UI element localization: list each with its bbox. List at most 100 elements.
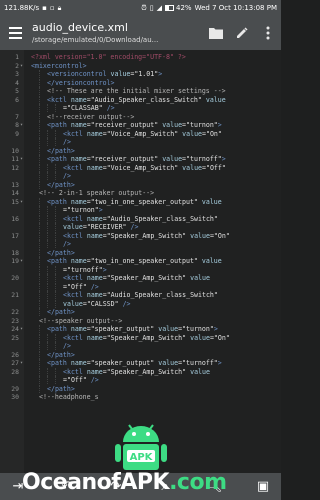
indent-guide: [39, 274, 40, 282]
indent-guide: [55, 367, 56, 376]
line-number: 25: [11, 333, 19, 342]
indent-guide: [47, 138, 48, 146]
search-icon[interactable]: 🔍︎: [202, 475, 226, 499]
line-number: 8: [15, 121, 19, 129]
line-number: 23: [11, 316, 19, 325]
indent-guide: [39, 138, 40, 146]
code-text: <kctl name="Speaker_Amp_Switch" value="O…: [63, 333, 230, 342]
indent-guide: [39, 206, 40, 214]
code-line: 28 <kctl name="Speaker_Amp_Switch" value: [0, 367, 281, 376]
code-line: value="RECEIVER" />: [0, 223, 281, 231]
line-number: 11: [11, 155, 19, 163]
code-text: <versioncontrol value="1.01">: [47, 70, 163, 78]
indent-guide: [39, 333, 40, 342]
indent-guide: [39, 291, 40, 299]
undo-icon[interactable]: ↶: [55, 475, 79, 499]
line-number: 22: [11, 308, 19, 316]
bottom-toolbar: ⇥ ↶ ↷ ⌕ 🔍︎ ▣: [0, 473, 281, 500]
save-icon[interactable]: ▣: [251, 475, 275, 499]
code-line: ="turnon">: [0, 206, 281, 214]
menu-icon[interactable]: [0, 16, 30, 50]
code-text: />: [63, 342, 71, 350]
code-line: value="CALSSD" />: [0, 299, 281, 308]
code-text: ="turnon">: [63, 206, 103, 214]
fold-toggle-icon[interactable]: ▾: [20, 325, 26, 333]
indent-guide: [39, 87, 40, 95]
indent-guide: [55, 214, 56, 223]
code-line: 11 ▾ <path name="receiver_output" value="t…: [0, 155, 281, 163]
code-text: </path>: [47, 146, 75, 155]
code-line: 14 <!-- 2-in-1 speaker output-->: [0, 189, 281, 197]
indent-guide: [39, 265, 40, 274]
code-text: <!-- 2-in-1 speaker output-->: [39, 189, 155, 197]
sd-card-icon: ▪: [42, 4, 47, 12]
code-text: <kctl name="Voice_Amp_Switch" value="Off…: [63, 163, 226, 172]
code-text: <mixercontrol>: [31, 61, 87, 70]
code-line: 9 <kctl name="Voice_Amp_Switch" value="On…: [0, 129, 281, 138]
line-number: 28: [11, 367, 19, 376]
indent-guide: [39, 95, 40, 104]
line-number: 13: [11, 180, 19, 189]
code-line: 27 ▾ <path name="speaker_output" value="tu…: [0, 359, 281, 367]
fold-toggle-icon[interactable]: ▾: [20, 121, 26, 129]
tab-indent-icon[interactable]: ⇥: [6, 475, 30, 499]
file-path: /storage/emulated/0/Download/au...: [32, 35, 159, 44]
indent-guide: [47, 231, 48, 240]
line-number: 17: [11, 231, 19, 240]
fold-toggle-icon[interactable]: ▾: [20, 359, 26, 367]
line-number: 26: [11, 350, 19, 359]
lock-icon: 🔒︎: [57, 3, 62, 12]
code-editor[interactable]: 1 <?xml version="1.0" encoding="UTF-8" ?>…: [0, 50, 281, 473]
fold-toggle-icon[interactable]: ▾: [20, 198, 26, 206]
indent-guide: [55, 163, 56, 172]
vibrate-icon: ▯: [149, 4, 154, 12]
indent-guide: [39, 121, 40, 129]
indent-guide: [55, 274, 56, 282]
code-text: <path name="speaker_output" value="turno…: [47, 325, 218, 333]
indent-guide: [39, 223, 40, 231]
code-line: 22 </path>: [0, 308, 281, 316]
code-text: value="RECEIVER" />: [63, 223, 139, 231]
line-number: 9: [15, 129, 19, 138]
line-number: 2: [15, 61, 19, 70]
indent-guide: [39, 257, 40, 265]
code-text: </path>: [47, 248, 75, 257]
line-number: 21: [11, 291, 19, 299]
code-line: />: [0, 240, 281, 248]
code-line: 23 <!--speaker output-->: [0, 317, 281, 325]
indent-guide: [55, 282, 56, 291]
fold-toggle-icon[interactable]: ▾: [20, 155, 26, 163]
code-line: />: [0, 138, 281, 146]
code-text: </path>: [47, 384, 75, 393]
indent-guide: [39, 163, 40, 172]
code-line: 5 <!-- These are the initial mixer settin…: [0, 87, 281, 95]
code-text: <kctl name="Audio_Speaker_class_Switch": [63, 214, 218, 223]
code-line: ="Off" />: [0, 376, 281, 384]
code-text: />: [63, 240, 71, 248]
find-icon[interactable]: ⌕: [153, 475, 177, 499]
code-text: <!-- These are the initial mixer setting…: [47, 87, 226, 95]
indent-guide: [55, 129, 56, 138]
indent-guide: [39, 350, 40, 359]
more-options-icon[interactable]: [255, 16, 281, 50]
folder-icon[interactable]: [203, 16, 229, 50]
redo-icon[interactable]: ↷: [104, 475, 128, 499]
edit-pencil-icon[interactable]: [229, 16, 255, 50]
indent-guide: [39, 240, 40, 248]
indent-guide: [55, 291, 56, 299]
line-number: 3: [15, 70, 19, 78]
indent-guide: [47, 299, 48, 308]
fold-toggle-icon[interactable]: ▾: [20, 257, 26, 265]
indent-guide: [39, 325, 40, 333]
code-line: 25 <kctl name="Speaker_Amp_Switch" value=…: [0, 333, 281, 342]
line-number: 15: [11, 197, 19, 206]
indent-guide: [39, 376, 40, 384]
code-text: </path>: [47, 308, 75, 316]
indent-guide: [39, 308, 40, 316]
indent-guide: [47, 282, 48, 291]
fold-toggle-icon[interactable]: ▾: [20, 62, 26, 70]
indent-guide: [39, 112, 40, 121]
indent-guide: [55, 231, 56, 240]
indent-guide: [39, 146, 40, 155]
code-text: <path name="two_in_one_speaker_output" v…: [47, 197, 222, 206]
